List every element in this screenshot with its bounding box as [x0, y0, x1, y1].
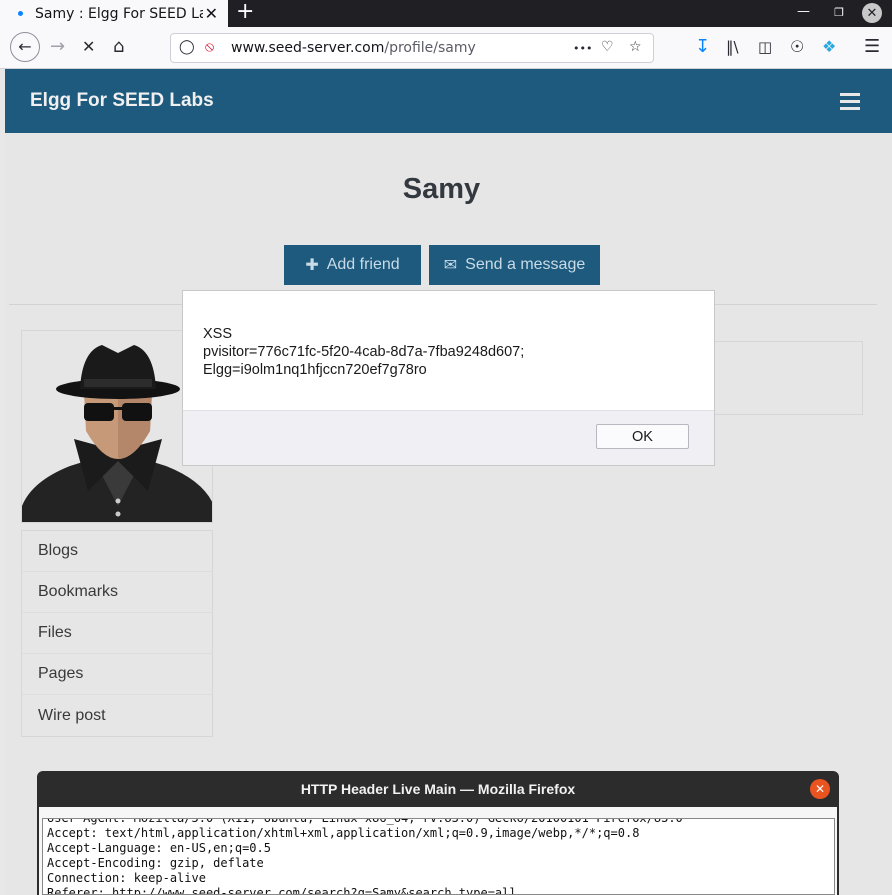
hamburger-menu-icon[interactable] [840, 93, 860, 114]
envelope-icon: ✉ [443, 257, 458, 274]
window-title: HTTP Header Live Main — Mozilla Firefox [300, 781, 576, 797]
extension-icon[interactable]: ❖ [822, 36, 836, 58]
headers-textarea[interactable]: User-Agent: Mozilla/5.0 (X11; Ubuntu; Li… [42, 818, 835, 895]
window-close-icon[interactable]: ✕ [862, 3, 882, 23]
add-friend-button[interactable]: ✚ Add friend [284, 245, 421, 285]
alert-footer: OK [183, 410, 714, 465]
send-message-button[interactable]: ✉ Send a message [429, 245, 600, 285]
sidebar-icon[interactable]: ◫ [758, 36, 772, 58]
shield-icon[interactable]: ◯ [179, 39, 195, 55]
home-icon[interactable]: ⌂ [113, 36, 124, 58]
forward-icon[interactable]: → [50, 36, 65, 58]
url-bar[interactable]: ◯ ⦸ www.seed-server.com/profile/samy •••… [170, 33, 654, 63]
stop-icon[interactable]: ✕ [82, 36, 95, 58]
tab-strip: Samy : Elgg For SEED Lab ✕ + — ❐ ✕ [0, 0, 892, 27]
account-icon[interactable]: ☉ [790, 36, 804, 58]
header-line: Accept: text/html,application/xhtml+xml,… [47, 826, 640, 840]
alert-message: XSS pvisitor=776c71fc-5f20-4cab-8d7a-7fb… [203, 326, 525, 378]
page-actions-icon[interactable]: ••• [573, 42, 592, 55]
menu-item-blogs[interactable]: Blogs [22, 531, 212, 572]
header-live-close-icon[interactable]: ✕ [810, 779, 830, 799]
http-header-live-window: HTTP Header Live Main — Mozilla Firefox … [37, 771, 839, 895]
add-friend-label: Add friend [326, 256, 400, 273]
menu-item-bookmarks[interactable]: Bookmarks [22, 572, 212, 613]
minimize-icon[interactable]: — [797, 4, 810, 19]
send-message-label: Send a message [465, 256, 586, 273]
url-text[interactable]: www.seed-server.com/profile/samy [231, 40, 476, 56]
site-title[interactable]: Elgg For SEED Labs [30, 90, 214, 112]
menu-item-pages[interactable]: Pages [22, 654, 212, 695]
back-icon[interactable]: ← [10, 32, 40, 62]
url-host: www.seed-server.com [231, 40, 385, 56]
downloads-icon[interactable]: ↧ [695, 36, 710, 58]
insecure-lock-icon[interactable]: ⦸ [205, 39, 214, 55]
site-header: Elgg For SEED Labs [5, 69, 892, 133]
tab-active[interactable]: Samy : Elgg For SEED Lab ✕ [0, 0, 228, 27]
tab-close-icon[interactable]: ✕ [205, 4, 218, 23]
url-path: /profile/samy [384, 40, 476, 56]
loading-indicator-icon [18, 11, 23, 16]
header-line: Accept-Language: en-US,en;q=0.5 [47, 841, 271, 855]
profile-name: Samy [402, 173, 481, 205]
owner-block-menu: Blogs Bookmarks Files Pages Wire post [21, 530, 213, 737]
nav-toolbar: ← → ✕ ⌂ ◯ ⦸ www.seed-server.com/profile/… [0, 27, 892, 69]
alert-dialog: XSS pvisitor=776c71fc-5f20-4cab-8d7a-7fb… [182, 290, 715, 466]
user-plus-icon: ✚ [305, 257, 319, 274]
tab-title: Samy : Elgg For SEED Lab [35, 5, 203, 22]
header-line: Connection: keep-alive [47, 871, 206, 885]
ok-button[interactable]: OK [596, 424, 689, 449]
pocket-icon[interactable]: ♡ [601, 39, 614, 55]
header-live-body: User-Agent: Mozilla/5.0 (X11; Ubuntu; Li… [39, 807, 837, 895]
menu-item-wire-post[interactable]: Wire post [22, 695, 212, 736]
app-menu-icon[interactable]: ☰ [864, 36, 880, 58]
maximize-icon[interactable]: ❐ [834, 6, 844, 19]
header-line: User-Agent: Mozilla/5.0 (X11; Ubuntu; Li… [47, 818, 683, 825]
menu-item-files[interactable]: Files [22, 613, 212, 654]
library-icon[interactable]: ‖\ [726, 36, 739, 58]
header-line: Accept-Encoding: gzip, deflate [47, 856, 264, 870]
bookmark-star-icon[interactable]: ☆ [629, 39, 642, 55]
new-tab-button[interactable]: + [236, 0, 254, 24]
header-line: Referer: http://www.seed-server.com/sear… [47, 886, 517, 895]
